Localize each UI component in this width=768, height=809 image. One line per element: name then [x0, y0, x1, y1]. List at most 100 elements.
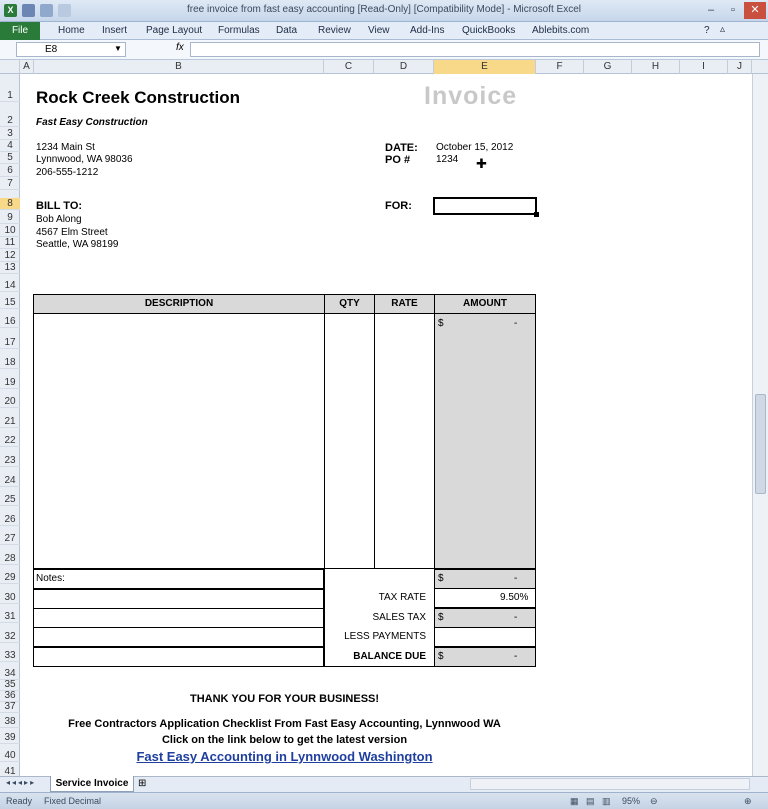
column-header-g[interactable]: G	[584, 60, 632, 74]
sheet-nav-arrows-icon[interactable]: ◂◂◂▸▸	[6, 778, 36, 787]
row-header-29[interactable]: 29	[0, 572, 20, 584]
row-header-30[interactable]: 30	[0, 592, 20, 604]
row-header-16[interactable]: 16	[0, 316, 20, 328]
name-box[interactable]: E8	[16, 42, 126, 57]
bill-to-street[interactable]: 4567 Elm Street	[36, 227, 108, 238]
sales-tax-cell[interactable]	[434, 608, 536, 628]
tab-view[interactable]: View	[368, 25, 390, 36]
row-header-37[interactable]: 37	[0, 701, 20, 713]
row-header-26[interactable]: 26	[0, 514, 20, 526]
row-header-31[interactable]: 31	[0, 611, 20, 623]
row-header-18[interactable]: 18	[0, 357, 20, 369]
column-header-b[interactable]: B	[34, 60, 324, 74]
view-page-layout-icon[interactable]: ▤	[586, 796, 595, 807]
tab-quickbooks[interactable]: QuickBooks	[462, 25, 515, 36]
row-header-39[interactable]: 39	[0, 732, 20, 744]
column-header-j[interactable]: J	[728, 60, 752, 74]
column-header-e[interactable]: E	[434, 60, 536, 74]
tab-formulas[interactable]: Formulas	[218, 25, 260, 36]
view-normal-icon[interactable]: ▦	[570, 796, 579, 807]
row-header-7[interactable]: 7	[0, 178, 20, 190]
date-value[interactable]: October 15, 2012	[436, 142, 513, 153]
column-header-d[interactable]: D	[374, 60, 434, 74]
tab-page-layout[interactable]: Page Layout	[146, 25, 202, 36]
bill-to-name[interactable]: Bob Along	[36, 214, 82, 225]
column-header-h[interactable]: H	[632, 60, 680, 74]
notes-line-5[interactable]	[33, 647, 324, 667]
column-header-i[interactable]: I	[680, 60, 728, 74]
tab-home[interactable]: Home	[58, 25, 85, 36]
row-header-10[interactable]: 10	[0, 225, 20, 237]
row-header-22[interactable]: 22	[0, 435, 20, 447]
column-header-c[interactable]: C	[324, 60, 374, 74]
ribbon-minimize-icon[interactable]: ▵	[720, 24, 725, 35]
po-value[interactable]: 1234	[436, 154, 458, 165]
tab-review[interactable]: Review	[318, 25, 351, 36]
fill-handle[interactable]	[534, 212, 539, 217]
row-header-1[interactable]: 1	[0, 90, 20, 102]
zoom-level[interactable]: 95%	[622, 796, 640, 806]
formula-input[interactable]	[190, 42, 760, 57]
close-button[interactable]: ✕	[744, 2, 766, 19]
select-all-corner[interactable]	[0, 60, 20, 74]
row-header-9[interactable]: 9	[0, 212, 20, 224]
tab-file[interactable]: File	[0, 22, 40, 40]
row-header-3[interactable]: 3	[0, 128, 20, 140]
zoom-in-icon[interactable]: ⊕	[744, 796, 752, 807]
vertical-scrollbar[interactable]	[752, 74, 768, 776]
tab-add-ins[interactable]: Add-Ins	[410, 25, 444, 36]
subtotal-cell[interactable]	[434, 569, 536, 589]
notes-line-4[interactable]	[33, 627, 324, 647]
scrollbar-thumb[interactable]	[755, 394, 766, 494]
balance-due-cell[interactable]	[434, 647, 536, 667]
chevron-down-icon[interactable]: ▼	[114, 44, 122, 53]
less-payments-cell[interactable]	[434, 627, 536, 647]
notes-line-2[interactable]	[33, 589, 324, 609]
row-header-25[interactable]: 25	[0, 494, 20, 506]
amount-column[interactable]	[434, 314, 536, 569]
rate-column[interactable]	[374, 313, 435, 569]
row-header-15[interactable]: 15	[0, 297, 20, 309]
row-header-27[interactable]: 27	[0, 533, 20, 545]
bill-to-city[interactable]: Seattle, WA 98199	[36, 239, 118, 250]
selected-cell-e8[interactable]	[433, 197, 539, 217]
row-header-33[interactable]: 33	[0, 650, 20, 662]
fx-icon[interactable]: fx	[176, 42, 184, 53]
qty-column[interactable]	[324, 313, 375, 569]
row-header-4[interactable]: 4	[0, 140, 20, 152]
tab-ablebits[interactable]: Ablebits.com	[532, 25, 589, 36]
column-header-f[interactable]: F	[536, 60, 584, 74]
row-header-38[interactable]: 38	[0, 716, 20, 728]
notes-line-1[interactable]	[33, 569, 324, 589]
help-icon[interactable]: ?	[704, 25, 710, 36]
notes-line-3[interactable]	[33, 608, 324, 628]
row-header-14[interactable]: 14	[0, 280, 20, 292]
row-header-40[interactable]: 40	[0, 750, 20, 762]
row-header-23[interactable]: 23	[0, 455, 20, 467]
row-header-17[interactable]: 17	[0, 337, 20, 349]
description-column[interactable]	[33, 313, 325, 569]
minimize-button[interactable]: ‒	[700, 2, 722, 19]
row-header-24[interactable]: 24	[0, 475, 20, 487]
row-header-2[interactable]: 2	[0, 115, 20, 127]
row-header-19[interactable]: 19	[0, 377, 20, 389]
tab-insert[interactable]: Insert	[102, 25, 127, 36]
maximize-button[interactable]: ▫	[722, 2, 744, 19]
row-header-21[interactable]: 21	[0, 416, 20, 428]
row-header-8[interactable]: 8	[0, 198, 20, 210]
horizontal-scrollbar[interactable]	[470, 778, 750, 790]
row-header-32[interactable]: 32	[0, 631, 20, 643]
column-header-a[interactable]: A	[20, 60, 34, 74]
zoom-out-icon[interactable]: ⊖	[650, 796, 658, 807]
view-page-break-icon[interactable]: ▥	[602, 796, 611, 807]
row-header-28[interactable]: 28	[0, 553, 20, 565]
row-header-12[interactable]: 12	[0, 250, 20, 262]
row-header-20[interactable]: 20	[0, 396, 20, 408]
tab-data[interactable]: Data	[276, 25, 297, 36]
row-header-13[interactable]: 13	[0, 262, 20, 274]
sheet-tab-service-invoice[interactable]: Service Invoice	[50, 776, 134, 792]
row-header-6[interactable]: 6	[0, 165, 20, 177]
fast-easy-accounting-link[interactable]: Fast Easy Accounting in Lynnwood Washing…	[33, 749, 536, 764]
row-header-5[interactable]: 5	[0, 152, 20, 164]
row-header-11[interactable]: 11	[0, 237, 20, 249]
